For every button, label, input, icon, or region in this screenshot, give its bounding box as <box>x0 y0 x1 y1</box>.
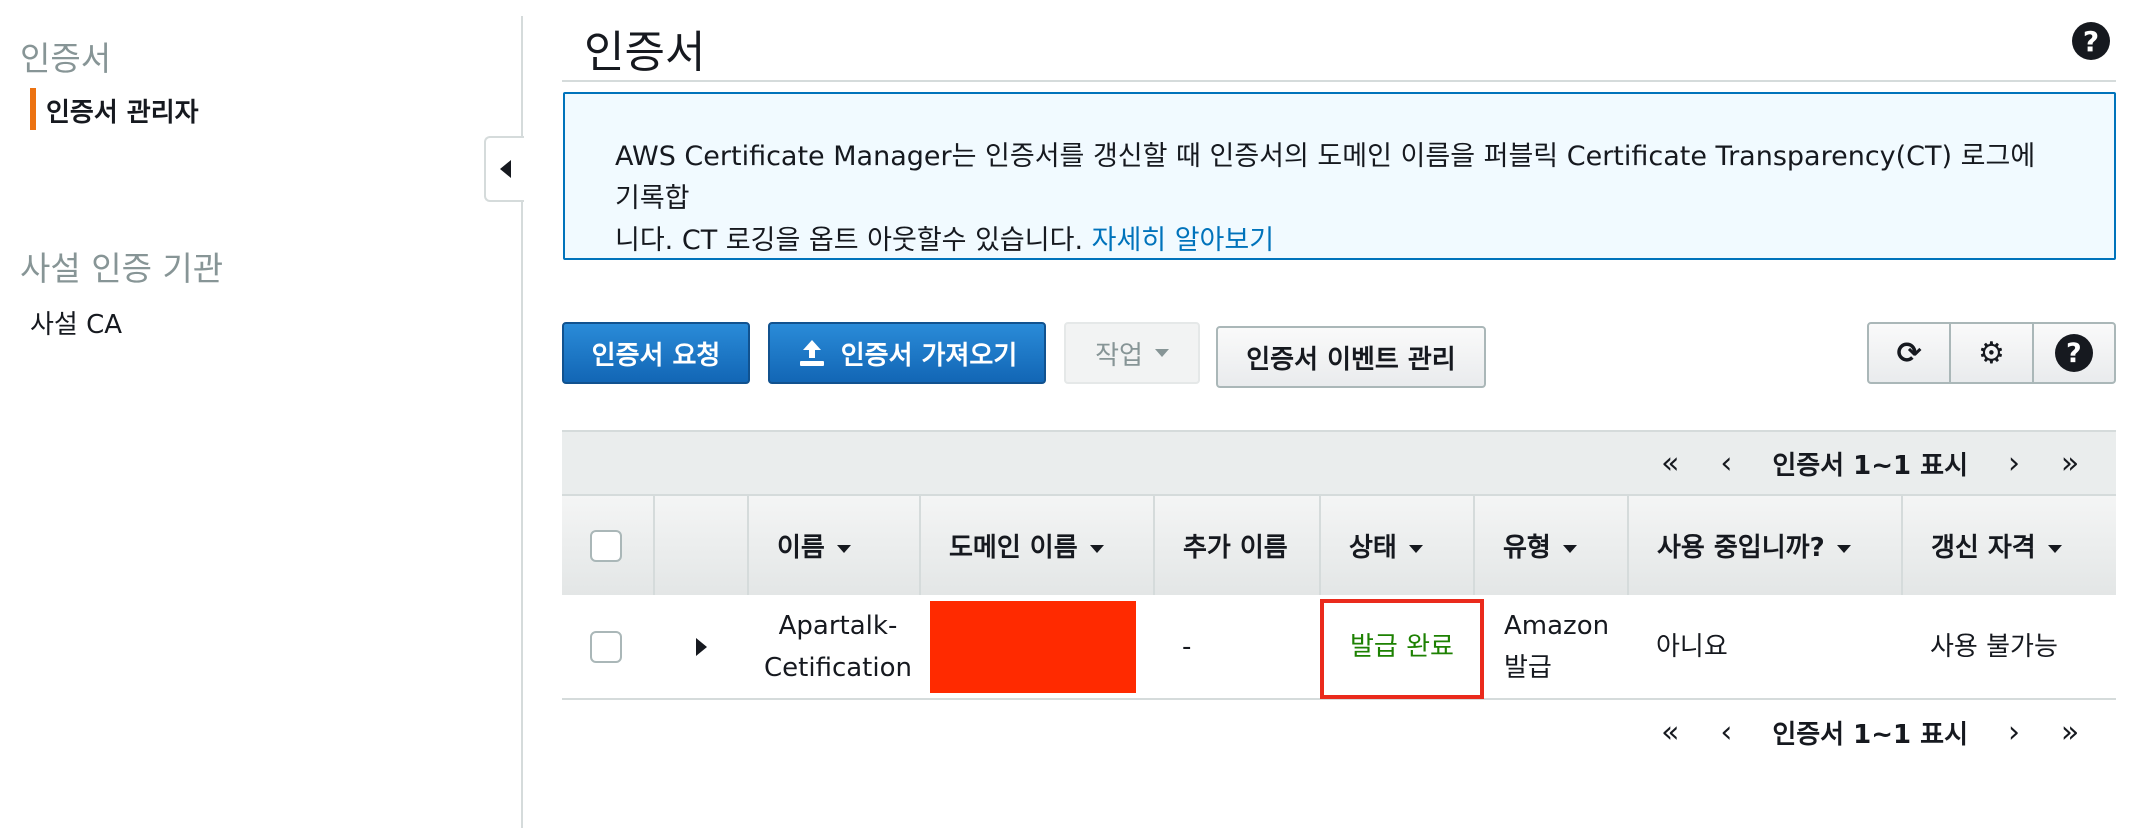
select-all-cell <box>562 494 655 595</box>
cell-in-use: 아니요 <box>1628 595 1902 700</box>
column-header-renewal-eligibility[interactable]: 갱신 자격 <box>1902 494 2116 595</box>
sort-down-icon <box>1836 544 1851 553</box>
column-header-additional-names: 추가 이름 <box>1154 494 1321 595</box>
next-page-icon[interactable]: › <box>1986 715 2042 750</box>
column-header-type[interactable]: 유형 <box>1474 494 1629 595</box>
settings-button[interactable]: ⚙ <box>1951 324 2034 382</box>
collapse-left-icon <box>499 160 511 178</box>
sidebar-item-certificate-manager[interactable]: 인증서 관리자 <box>30 88 199 130</box>
sidebar-section-private-ca: 사설 인증 기관 <box>20 249 224 288</box>
cell-additional-names: - <box>1154 595 1320 700</box>
gear-icon: ⚙ <box>1978 335 2005 371</box>
chevron-down-icon <box>1154 349 1169 357</box>
sort-down-icon <box>1562 544 1577 553</box>
request-certificate-button[interactable]: 인증서 요청 <box>562 322 750 384</box>
info-text-line1: AWS Certificate Manager는 인증서를 갱신할 때 인증서의… <box>615 141 2036 214</box>
import-certificate-label: 인증서 가져오기 <box>840 340 1018 371</box>
manage-certificate-events-button[interactable]: 인증서 이벤트 관리 <box>1216 326 1486 388</box>
sidebar-collapse-button[interactable] <box>484 136 524 202</box>
pagination-text: 인증서 1~1 표시 <box>1772 450 1968 481</box>
cell-type: Amazon 발급 <box>1474 595 1628 700</box>
cell-renewal-eligibility: 사용 불가능 <box>1902 595 2116 700</box>
row-expand-cell <box>654 595 748 700</box>
sort-down-icon <box>836 544 851 553</box>
ct-logging-info-box: AWS Certificate Manager는 인증서를 갱신할 때 인증서의… <box>563 92 2116 260</box>
import-certificate-button[interactable]: 인증서 가져오기 <box>768 322 1046 384</box>
cell-domain-name <box>920 595 1154 700</box>
table-tools-button-group: ⟳ ⚙ ? <box>1867 322 2116 384</box>
last-page-icon[interactable]: » <box>2042 715 2098 750</box>
row-checkbox[interactable] <box>590 630 622 663</box>
actions-dropdown[interactable]: 작업 <box>1064 322 1200 384</box>
actions-label: 작업 <box>1095 340 1143 371</box>
column-header-domain-name[interactable]: 도메인 이름 <box>920 494 1155 595</box>
select-all-checkbox[interactable] <box>590 529 622 562</box>
table-help-button[interactable]: ? <box>2034 324 2114 382</box>
sidebar: 인증서 인증서 관리자 사설 인증 기관 사설 CA <box>0 0 522 828</box>
info-text-line2-body: 니다. CT 로깅을 옵트 아웃할수 있습니다. <box>615 225 1092 256</box>
status-highlight-box <box>1320 599 1484 699</box>
request-certificate-label: 인증서 요청 <box>591 340 721 371</box>
sort-down-icon <box>1089 544 1104 553</box>
first-page-icon[interactable]: « <box>1642 446 1698 481</box>
help-icon[interactable]: ? <box>2072 22 2110 60</box>
column-header-status[interactable]: 상태 <box>1320 494 1475 595</box>
sort-down-icon <box>1408 544 1423 553</box>
cell-name: Apartalk- Cetification <box>748 595 920 700</box>
row-select-cell <box>562 595 654 700</box>
info-text-line2: 니다. CT 로깅을 옵트 아웃할수 있습니다. 자세히 알아보기 <box>615 220 2064 262</box>
pagination-text: 인증서 1~1 표시 <box>1772 719 1968 750</box>
title-divider <box>562 80 2116 82</box>
learn-more-link[interactable]: 자세히 알아보기 <box>1092 225 1274 256</box>
refresh-icon: ⟳ <box>1896 335 1922 371</box>
next-page-icon[interactable]: › <box>1986 446 2042 481</box>
pagination-top: « ‹ 인증서 1~1 표시 › » <box>562 430 2116 494</box>
help-icon: ? <box>2054 334 2093 372</box>
pagination-bottom: « ‹ 인증서 1~1 표시 › » <box>562 700 2116 764</box>
column-header-name[interactable]: 이름 <box>748 494 921 595</box>
sidebar-section-certificates: 인증서 <box>20 39 112 78</box>
column-header-in-use[interactable]: 사용 중입니까? <box>1628 494 1903 595</box>
upload-icon <box>799 340 824 366</box>
first-page-icon[interactable]: « <box>1642 715 1698 750</box>
prev-page-icon[interactable]: ‹ <box>1698 715 1754 750</box>
last-page-icon[interactable]: » <box>2042 446 2098 481</box>
page-title: 인증서 <box>584 27 706 78</box>
redacted-domain <box>930 600 1136 693</box>
certificates-table: « ‹ 인증서 1~1 표시 › » 이름 도메인 이름 추가 이름 상태 유형… <box>562 430 2116 764</box>
sort-down-icon <box>2047 544 2062 553</box>
expand-column-header <box>654 494 749 595</box>
prev-page-icon[interactable]: ‹ <box>1698 446 1754 481</box>
table-header-row: 이름 도메인 이름 추가 이름 상태 유형 사용 중입니까? 갱신 자격 <box>562 494 2116 595</box>
refresh-button[interactable]: ⟳ <box>1869 324 1952 382</box>
manage-events-label: 인증서 이벤트 관리 <box>1246 344 1456 375</box>
expand-right-icon[interactable] <box>696 637 707 656</box>
sidebar-item-private-ca[interactable]: 사설 CA <box>30 304 122 341</box>
